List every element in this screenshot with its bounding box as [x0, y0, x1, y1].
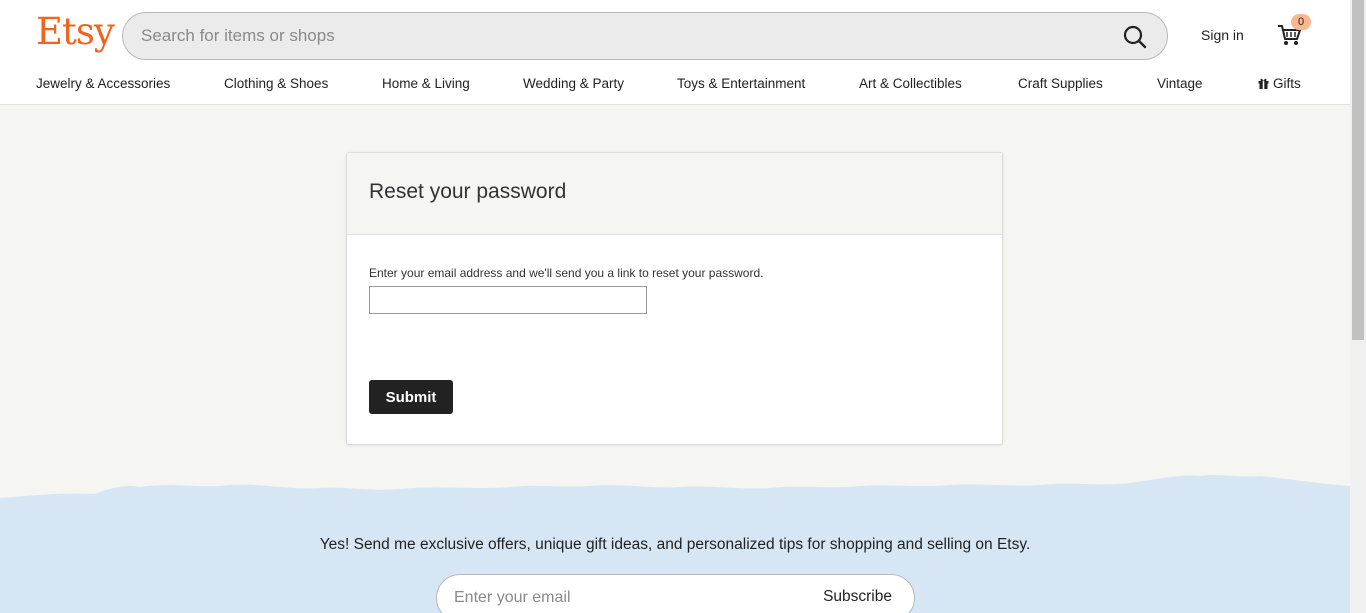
- site-header: Etsy Sign in 0 Jewelry & Accessories Clo…: [0, 0, 1350, 105]
- search-bar: [122, 12, 1168, 60]
- nav-item-wedding[interactable]: Wedding & Party: [523, 76, 624, 91]
- nav-item-clothing[interactable]: Clothing & Shoes: [224, 76, 328, 91]
- search-icon[interactable]: [1121, 23, 1149, 51]
- gift-icon: [1258, 77, 1269, 92]
- nav-item-toys[interactable]: Toys & Entertainment: [677, 76, 805, 91]
- nav-item-art[interactable]: Art & Collectibles: [859, 76, 962, 91]
- submit-button[interactable]: Submit: [369, 380, 453, 414]
- nav-item-home[interactable]: Home & Living: [382, 76, 470, 91]
- category-nav: Jewelry & Accessories Clothing & Shoes H…: [0, 74, 1350, 96]
- card-header: Reset your password: [347, 153, 1002, 235]
- newsletter-form: Subscribe: [436, 574, 915, 613]
- email-field[interactable]: [369, 286, 647, 314]
- nav-item-craft[interactable]: Craft Supplies: [1018, 76, 1103, 91]
- scrollbar-thumb[interactable]: [1352, 0, 1364, 340]
- nav-item-vintage[interactable]: Vintage: [1157, 76, 1203, 91]
- nav-item-gifts[interactable]: Gifts: [1258, 76, 1301, 92]
- page-scrollbar[interactable]: [1350, 0, 1366, 613]
- card-body: Enter your email address and we'll send …: [347, 235, 1002, 345]
- search-input[interactable]: [141, 13, 1101, 59]
- etsy-logo[interactable]: Etsy: [36, 10, 115, 53]
- page-title: Reset your password: [369, 180, 567, 203]
- newsletter-promo: Yes! Send me exclusive offers, unique gi…: [319, 536, 1031, 553]
- subscribe-button[interactable]: Subscribe: [823, 588, 892, 606]
- newsletter-footer: Yes! Send me exclusive offers, unique gi…: [0, 498, 1350, 613]
- reset-password-card: Reset your password Enter your email add…: [346, 152, 1003, 445]
- gifts-label: Gifts: [1273, 76, 1301, 91]
- nav-item-jewelry[interactable]: Jewelry & Accessories: [36, 76, 170, 91]
- newsletter-email-input[interactable]: [454, 575, 794, 613]
- reset-description: Enter your email address and we'll send …: [369, 266, 764, 280]
- sign-in-link[interactable]: Sign in: [1201, 27, 1244, 43]
- cart-count-badge: 0: [1291, 14, 1311, 30]
